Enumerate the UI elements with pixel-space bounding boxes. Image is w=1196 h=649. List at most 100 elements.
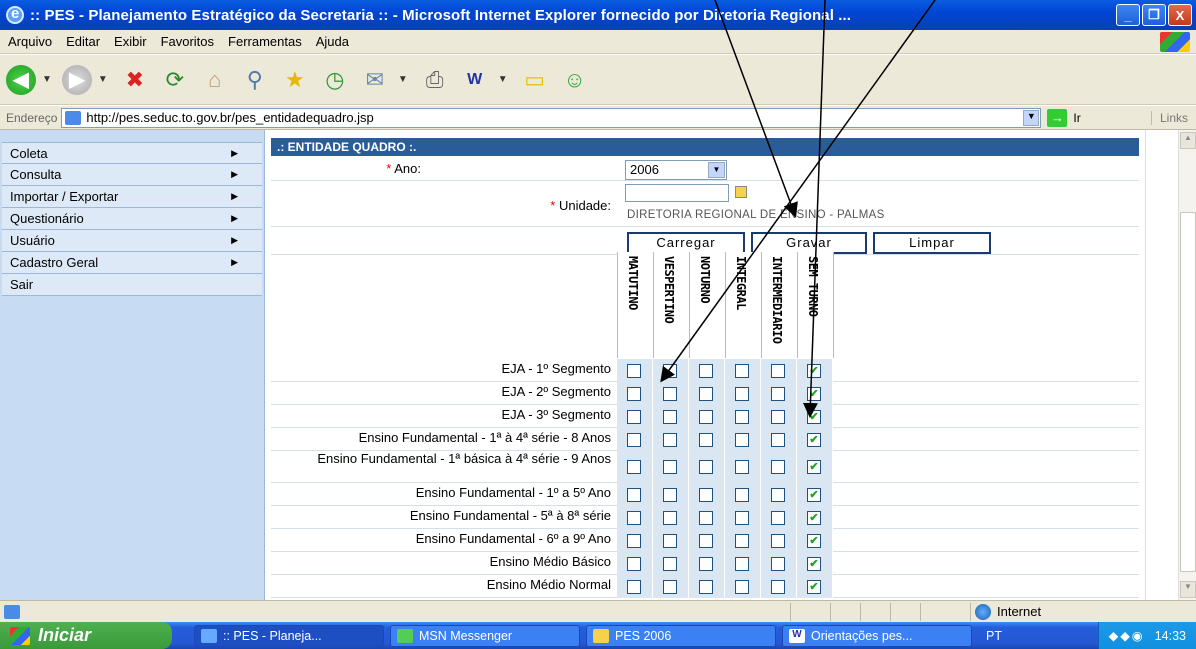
turno-checkbox[interactable] [699,433,713,447]
turno-checkbox[interactable] [663,511,677,525]
turno-checkbox[interactable]: ✔ [807,410,821,424]
turno-checkbox[interactable] [627,511,641,525]
turno-checkbox[interactable] [771,387,785,401]
turno-checkbox[interactable] [735,387,749,401]
task-pes-2006[interactable]: PES 2006 [586,624,776,647]
turno-checkbox[interactable] [627,364,641,378]
menu-editar[interactable]: Editar [66,34,100,49]
turno-checkbox[interactable]: ✔ [807,387,821,401]
scroll-up-icon[interactable]: ▲ [1180,132,1196,149]
turno-checkbox[interactable] [663,364,677,378]
turno-checkbox[interactable]: ✔ [807,534,821,548]
menu-ajuda[interactable]: Ajuda [316,34,349,49]
word-icon[interactable]: W [458,63,492,97]
turno-checkbox[interactable] [771,580,785,594]
turno-checkbox[interactable] [627,433,641,447]
turno-checkbox[interactable] [771,511,785,525]
home-icon[interactable]: ⌂ [198,63,232,97]
sidebar-item-coleta[interactable]: Coleta ▶ [2,142,262,164]
turno-checkbox[interactable] [735,580,749,594]
mail-icon[interactable]: ✉ [358,63,392,97]
minimize-button[interactable]: _ [1116,4,1140,26]
turno-checkbox[interactable] [627,410,641,424]
turno-checkbox[interactable]: ✔ [807,364,821,378]
chevron-down-icon[interactable]: ▼ [708,162,725,178]
vertical-scrollbar[interactable]: ▲ ▼ [1178,130,1196,600]
turno-checkbox[interactable] [735,511,749,525]
turno-checkbox[interactable] [699,511,713,525]
turno-checkbox[interactable] [699,364,713,378]
task-orientacoes[interactable]: W Orientações pes... [782,624,972,647]
turno-checkbox[interactable] [663,534,677,548]
turno-checkbox[interactable] [627,387,641,401]
turno-checkbox[interactable] [735,460,749,474]
ano-select[interactable]: 2006 ▼ [625,160,727,180]
carregar-button[interactable]: Carregar [627,232,745,254]
turno-checkbox[interactable] [663,410,677,424]
start-button[interactable]: Iniciar [0,622,172,649]
messenger-icon[interactable]: ☺ [558,63,592,97]
menu-favoritos[interactable]: Favoritos [161,34,214,49]
history-icon[interactable]: ◷ [318,63,352,97]
turno-checkbox[interactable] [699,387,713,401]
forward-icon[interactable]: ▶ [61,64,92,95]
gravar-button[interactable]: Gravar [751,232,867,254]
maximize-button[interactable]: ❐ [1142,4,1166,26]
turno-checkbox[interactable] [663,580,677,594]
turno-checkbox[interactable] [735,534,749,548]
turno-checkbox[interactable] [699,580,713,594]
lookup-icon[interactable] [735,186,747,198]
turno-checkbox[interactable] [699,410,713,424]
scroll-thumb[interactable] [1180,212,1196,572]
turno-checkbox[interactable]: ✔ [807,488,821,502]
turno-checkbox[interactable] [699,488,713,502]
turno-checkbox[interactable] [771,433,785,447]
turno-checkbox[interactable] [771,364,785,378]
links-button[interactable]: Links [1150,110,1188,125]
sidebar-item-consulta[interactable]: Consulta ▶ [2,164,262,186]
go-button[interactable]: Ir [1073,111,1080,125]
turno-checkbox[interactable] [771,557,785,571]
turno-checkbox[interactable] [735,433,749,447]
turno-checkbox[interactable]: ✔ [807,580,821,594]
turno-checkbox[interactable] [627,580,641,594]
edit-dropdown-icon[interactable]: ▼ [498,74,508,85]
language-indicator[interactable]: PT [986,629,1002,643]
turno-checkbox[interactable] [771,460,785,474]
turno-checkbox[interactable] [771,534,785,548]
menu-arquivo[interactable]: Arquivo [8,34,52,49]
scroll-down-icon[interactable]: ▼ [1180,581,1196,598]
turno-checkbox[interactable] [699,534,713,548]
limpar-button[interactable]: Limpar [873,232,991,254]
back-icon[interactable]: ◀ [6,64,36,95]
sidebar-item-questionario[interactable]: Questionário ▶ [2,208,262,230]
favorites-icon[interactable]: ★ [278,63,312,97]
menu-ferramentas[interactable]: Ferramentas [228,34,302,49]
turno-checkbox[interactable] [627,460,641,474]
turno-checkbox[interactable]: ✔ [807,460,821,474]
forward-dropdown-icon[interactable]: ▼ [98,74,108,85]
turno-checkbox[interactable] [699,460,713,474]
task-msn[interactable]: MSN Messenger [390,624,580,647]
mail-dropdown-icon[interactable]: ▼ [398,74,408,85]
turno-checkbox[interactable] [663,433,677,447]
stop-icon[interactable]: ✖ [118,63,152,97]
turno-checkbox[interactable] [663,488,677,502]
turno-checkbox[interactable] [627,534,641,548]
turno-checkbox[interactable] [663,387,677,401]
print-icon[interactable]: ⎙ [418,63,452,97]
turno-checkbox[interactable]: ✔ [807,511,821,525]
address-url[interactable]: http://pes.seduc.to.gov.br/pes_entidadeq… [86,110,373,125]
unidade-input[interactable] [625,184,729,202]
turno-checkbox[interactable] [627,488,641,502]
go-arrow-icon[interactable]: → [1047,108,1068,127]
turno-checkbox[interactable] [627,557,641,571]
turno-checkbox[interactable] [663,460,677,474]
sidebar-item-sair[interactable]: Sair [2,274,262,296]
turno-checkbox[interactable]: ✔ [807,433,821,447]
search-icon[interactable]: ⚲ [238,63,272,97]
turno-checkbox[interactable] [735,364,749,378]
turno-checkbox[interactable] [699,557,713,571]
turno-checkbox[interactable] [771,410,785,424]
task-pes[interactable]: :: PES - Planeja... [194,624,384,647]
